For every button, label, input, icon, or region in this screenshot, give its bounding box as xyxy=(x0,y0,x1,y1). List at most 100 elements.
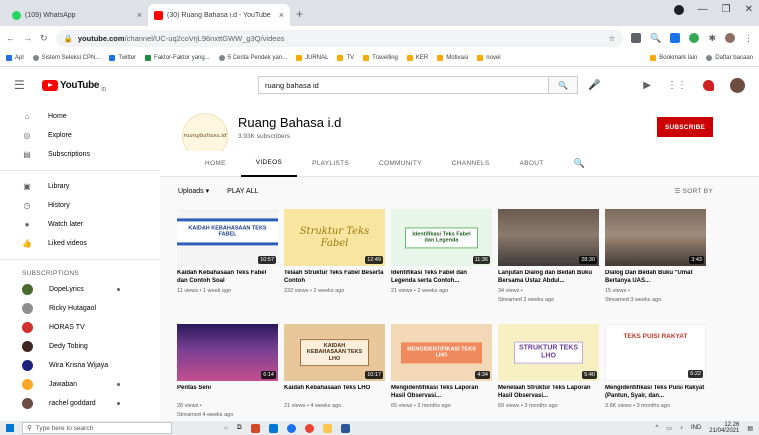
avatar[interactable] xyxy=(725,33,735,43)
maximize-icon[interactable]: ❐ xyxy=(722,4,731,15)
uploads-dropdown[interactable]: Uploads ▾ xyxy=(178,187,209,195)
search-button[interactable]: 🔍 xyxy=(548,76,578,94)
bookmark-folder[interactable]: novel xyxy=(477,55,501,61)
puzzle-icon[interactable]: ✱ xyxy=(708,33,716,44)
bookmark-folder[interactable]: Travelling xyxy=(363,55,398,61)
tab-home[interactable]: HOME xyxy=(190,151,241,177)
video-card[interactable]: 28:30 Lanjutan Dialog dan Bedah Buku Ber… xyxy=(498,209,599,317)
video-thumbnail[interactable]: KAIDAH KEBAHASAAN TEKS LHO 10:17 xyxy=(284,324,385,381)
subscription-item[interactable]: rachel goddard xyxy=(0,394,160,413)
video-title[interactable]: Menelaah Struktur Teks Laporan Hasil Obs… xyxy=(498,385,599,401)
outlook-icon[interactable] xyxy=(268,423,278,433)
video-thumbnail[interactable]: Struktur Teks Fabel 12:49 xyxy=(284,209,385,266)
browser-tab-youtube[interactable]: (30) Ruang Bahasa i.d - YouTube × xyxy=(148,4,290,26)
sidebar-item-library[interactable]: ▣ Library xyxy=(0,177,160,196)
video-card[interactable]: 3:43 Dialog Dan Bedah Buku "Umat Bertany… xyxy=(605,209,706,317)
close-tab-icon[interactable]: × xyxy=(137,10,142,20)
apps-grid-icon[interactable]: ⋮⋮ xyxy=(667,80,687,91)
video-title[interactable]: Lanjutan Dialog dan Bedah Buku Bersama U… xyxy=(498,270,599,286)
video-thumbnail[interactable]: 6:14 xyxy=(177,324,278,381)
subscription-item[interactable]: Wira Krisna Wijaya xyxy=(0,356,160,375)
bookmark-item[interactable]: 5 Cerita Pendek yan... xyxy=(218,55,287,61)
volume-icon[interactable]: ♪ xyxy=(680,425,683,431)
edge-icon[interactable] xyxy=(286,423,296,433)
video-title[interactable]: Telaah Struktur Teks Fabel Beserta Conto… xyxy=(284,270,385,286)
sidebar-item-liked-videos[interactable]: 👍 Liked videos xyxy=(0,234,160,253)
tab-playlists[interactable]: PLAYLISTS xyxy=(297,151,364,177)
file-explorer-icon[interactable] xyxy=(322,423,332,433)
bookmark-item[interactable]: Apl xyxy=(6,55,24,61)
bookmark-folder[interactable]: JURNAL xyxy=(296,55,328,61)
video-thumbnail[interactable]: STRUKTUR TEKS LHO 5:40 xyxy=(498,324,599,381)
hamburger-menu-icon[interactable]: ☰ xyxy=(14,78,42,92)
sidebar-item-explore[interactable]: ◎ Explore xyxy=(0,126,160,145)
video-title[interactable]: Identifikasi Teks Fabel dan Legenda sert… xyxy=(391,270,492,286)
video-card[interactable]: TEKS PUISI RAKYAT 6:22 Mengidentifikasi T… xyxy=(605,324,706,421)
bookmark-item[interactable]: Twitter xyxy=(109,55,136,61)
video-thumbnail[interactable]: MENGIDENTIFIKASI TEKS LHO 4:34 xyxy=(391,324,492,381)
video-thumbnail[interactable]: Identifikasi Teks Fabel dan Legenda 11:36 xyxy=(391,209,492,266)
cortana-icon[interactable]: ○ xyxy=(224,425,228,432)
sort-by-button[interactable]: ☰ SORT BY xyxy=(674,187,713,195)
url-input[interactable]: 🔒 youtube.com/channel/UC-uq2coVrjL96nxtt… xyxy=(55,29,624,47)
close-window-icon[interactable]: ✕ xyxy=(745,4,753,15)
video-thumbnail[interactable]: 3:43 xyxy=(605,209,706,266)
profile-icon[interactable] xyxy=(673,4,684,15)
subscribe-button[interactable]: SUBSCRIBE xyxy=(657,117,713,137)
extension-icon[interactable] xyxy=(689,33,700,43)
bookmark-item[interactable]: Sistem Seleksi CPN... xyxy=(32,55,100,61)
sidebar-item-history[interactable]: ◷ History xyxy=(0,196,160,215)
video-title[interactable]: Dialog Dan Bedah Buku "Umat Bertanya UAS… xyxy=(605,270,706,286)
subscription-item[interactable]: DopeLyrics xyxy=(0,280,160,299)
back-icon[interactable]: ← xyxy=(6,33,15,43)
new-tab-icon[interactable]: + xyxy=(296,7,303,21)
extension-icon[interactable] xyxy=(631,33,642,43)
forward-icon[interactable]: → xyxy=(23,33,32,43)
youtube-logo[interactable]: YouTube ID xyxy=(42,77,222,93)
taskbar-search-input[interactable]: ⚲ Type here to search xyxy=(22,422,172,434)
video-title[interactable]: Kaidah Kebahasaan Teks LHO xyxy=(284,385,385,401)
tab-about[interactable]: ABOUT xyxy=(505,151,559,177)
account-avatar[interactable] xyxy=(730,77,745,93)
tab-community[interactable]: COMMUNITY xyxy=(364,151,437,177)
notifications-icon[interactable] xyxy=(703,79,714,91)
reload-icon[interactable]: ↻ xyxy=(40,33,48,44)
play-all-button[interactable]: PLAY ALL xyxy=(227,188,258,195)
video-title[interactable]: Pentas Seni xyxy=(177,385,278,401)
browser-tab-whatsapp[interactable]: (109) WhatsApp × xyxy=(6,4,148,26)
subscription-item[interactable]: Ricky Hutagaol xyxy=(0,299,160,318)
video-title[interactable]: Kaidah Kebahasaan Teks Fabel dan Contoh … xyxy=(177,270,278,286)
video-thumbnail[interactable]: 28:30 xyxy=(498,209,599,266)
bookmark-star-icon[interactable]: ☆ xyxy=(609,34,616,43)
extension-icon[interactable] xyxy=(670,33,681,43)
network-icon[interactable]: ▭ xyxy=(666,425,672,432)
language-indicator[interactable]: IND xyxy=(691,425,701,431)
tab-videos[interactable]: VIDEOS xyxy=(240,151,298,177)
reading-list[interactable]: Daftar bacaan xyxy=(706,55,753,61)
video-title[interactable]: Mengidentifikasi Teks Puisi Rakyat (Pant… xyxy=(605,385,706,401)
clock[interactable]: 12.26 21/04/2021 xyxy=(709,422,739,434)
video-card[interactable]: Struktur Teks Fabel 12:49 Telaah Struktur… xyxy=(284,209,385,317)
bookmark-folder-other[interactable]: Bookmark lain xyxy=(650,55,697,61)
channel-search-icon[interactable]: 🔍 xyxy=(558,151,600,177)
subscription-item[interactable]: Jawaban xyxy=(0,375,160,394)
sidebar-item-home[interactable]: ⌂ Home xyxy=(0,107,160,126)
video-card[interactable]: MENGIDENTIFIKASI TEKS LHO 4:34 Mengidenti… xyxy=(391,324,492,421)
video-thumbnail[interactable]: KAIDAH KEBAHASAAN TEKS FABEL 10:57 xyxy=(177,209,278,266)
bookmark-folder[interactable]: KER xyxy=(406,55,428,61)
tab-channels[interactable]: CHANNELS xyxy=(437,151,505,177)
notifications-icon[interactable]: ▤ xyxy=(747,425,753,432)
bookmark-folder[interactable]: Motivasi xyxy=(437,55,468,61)
video-card[interactable]: KAIDAH KEBAHASAAN TEKS FABEL 10:57 Kaidah… xyxy=(177,209,278,317)
video-card[interactable]: 6:14 Pentas Seni 28 views • Streamed 4 w… xyxy=(177,324,278,421)
windows-start-icon[interactable] xyxy=(6,424,14,432)
subscription-item[interactable]: Dedy Tobing xyxy=(0,337,160,356)
task-view-icon[interactable]: ⧉ xyxy=(237,424,242,432)
bookmark-folder[interactable]: TV xyxy=(337,55,354,61)
chrome-icon[interactable] xyxy=(304,423,314,433)
powerpoint-icon[interactable] xyxy=(250,423,260,433)
minimize-icon[interactable]: — xyxy=(698,4,708,15)
video-title[interactable]: Mengidentifikasi Teks Laporan Hasil Obse… xyxy=(391,385,492,401)
subscription-item[interactable]: HORAS TV xyxy=(0,318,160,337)
search-input[interactable]: ruang bahasa id xyxy=(258,76,548,94)
